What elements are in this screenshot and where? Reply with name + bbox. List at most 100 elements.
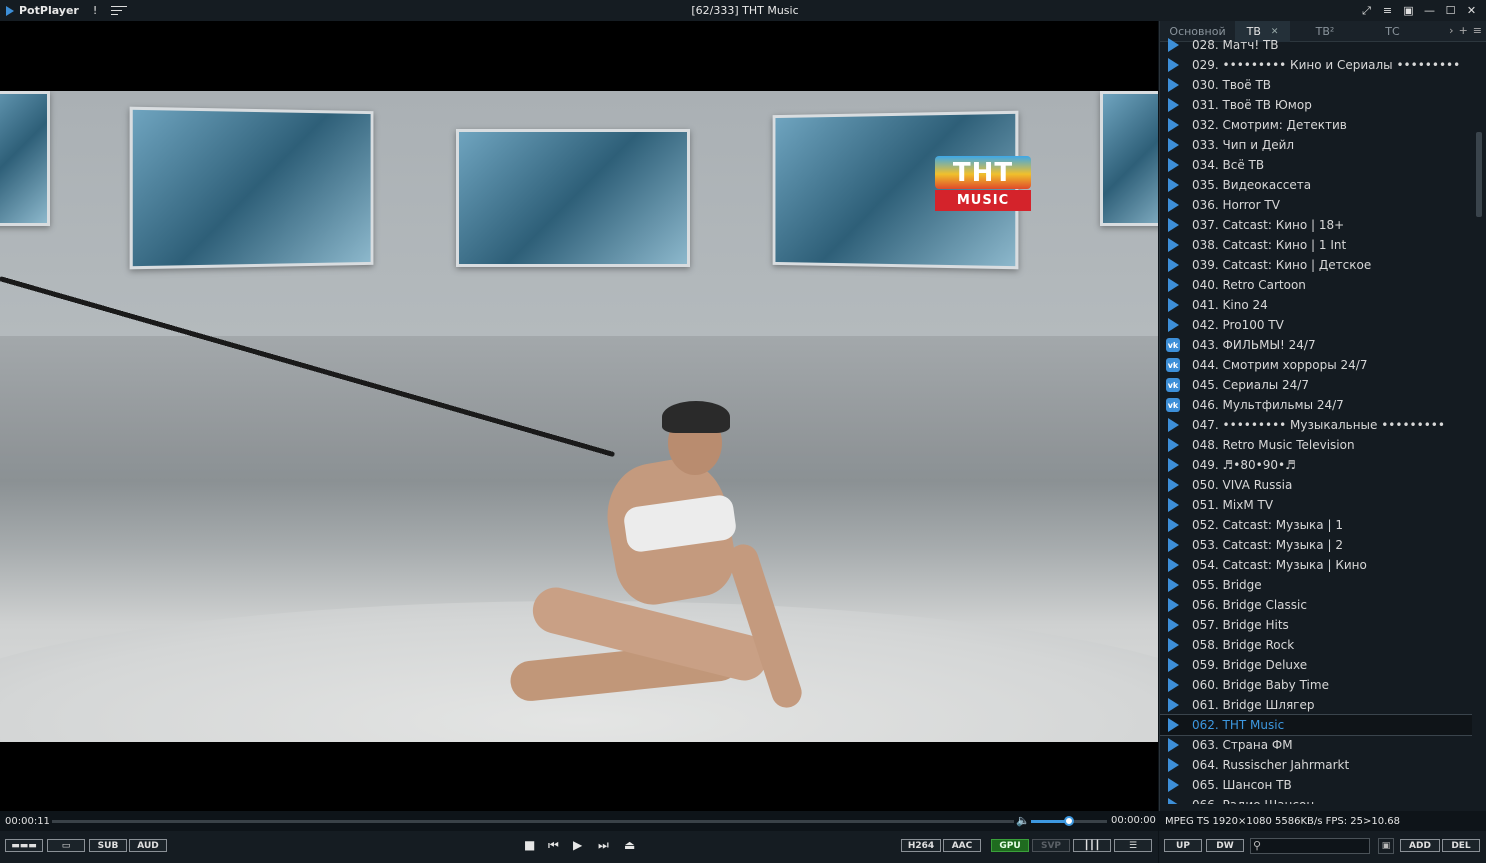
play-icon <box>1166 98 1180 112</box>
stop-icon[interactable]: ■ <box>524 838 535 852</box>
current-time: 00:00:11 <box>5 815 50 827</box>
playlist-item[interactable]: vk 045. Сериалы 24/7 <box>1160 375 1472 395</box>
playlist-item[interactable]: 036. Horror TV <box>1160 195 1472 215</box>
play-icon <box>1166 758 1180 772</box>
playlist-item[interactable]: 048. Retro Music Television <box>1160 435 1472 455</box>
delete-button[interactable]: DEL <box>1442 839 1480 852</box>
seek-bar[interactable] <box>52 820 1014 823</box>
menu-icon[interactable] <box>111 6 128 15</box>
playlist-item-label: 041. Kino 24 <box>1192 298 1268 312</box>
playlist-item[interactable]: 059. Bridge Deluxe <box>1160 655 1472 675</box>
playlist-item[interactable]: 049. ♬•80•90•♬ <box>1160 455 1472 475</box>
playlist-item-label: 029. ••••••••• Кино и Сериалы ••••••••• <box>1192 58 1461 72</box>
video-area[interactable]: ТНТ MUSIC <box>0 21 1158 811</box>
aac-button[interactable]: AAC <box>943 839 981 852</box>
playlist-item[interactable]: 033. Чип и Дейл <box>1160 135 1472 155</box>
playlist-item[interactable]: 055. Bridge <box>1160 575 1472 595</box>
gpu-button[interactable]: GPU <box>991 839 1029 852</box>
mini-mode-icon[interactable]: ▣ <box>1400 2 1417 19</box>
svp-button[interactable]: SVP <box>1032 839 1070 852</box>
playlist-item[interactable]: 028. Матч! ТВ <box>1160 35 1472 55</box>
playlist-item[interactable]: 035. Видеокассета <box>1160 175 1472 195</box>
previous-icon[interactable]: ⏮ <box>548 838 559 853</box>
app-logo[interactable]: PotPlayer <box>6 4 79 17</box>
playlist-item[interactable]: 057. Bridge Hits <box>1160 615 1472 635</box>
playlist-item[interactable]: 056. Bridge Classic <box>1160 595 1472 615</box>
play-icon <box>1166 618 1180 632</box>
add-button[interactable]: ADD <box>1400 839 1440 852</box>
playlist-item[interactable]: 051. MixM TV <box>1160 495 1472 515</box>
playlist-item[interactable]: 058. Bridge Rock <box>1160 635 1472 655</box>
window-controls: ⤢ ≡ ▣ — ☐ ✕ <box>1358 2 1480 19</box>
playlist-item[interactable]: 031. Твоё ТВ Юмор <box>1160 95 1472 115</box>
equalizer-button[interactable]: ┃┃┃ <box>1073 839 1111 852</box>
playlist-item-label: 054. Catcast: Музыка | Кино <box>1192 558 1367 572</box>
play-icon[interactable]: ▶ <box>573 838 582 852</box>
aspect-button[interactable]: ▬▬▬ <box>5 839 43 852</box>
playlist-item-label: 050. VIVA Russia <box>1192 478 1293 492</box>
playlist-item[interactable]: 061. Bridge Шлягер <box>1160 695 1472 715</box>
playlist-items[interactable]: 028. Матч! ТВ 029. ••••••••• Кино и Сериа… <box>1160 35 1472 804</box>
vk-icon: vk <box>1166 398 1180 412</box>
wall-screen <box>129 106 374 270</box>
playlist-item[interactable]: 047. ••••••••• Музыкальные ••••••••• <box>1160 415 1472 435</box>
playlist-item[interactable]: 040. Retro Cartoon <box>1160 275 1472 295</box>
playlist-item[interactable]: vk 043. ФИЛЬМЫ! 24/7 <box>1160 335 1472 355</box>
volume-slider[interactable] <box>1031 816 1107 826</box>
playlist-item[interactable]: 030. Твоё ТВ <box>1160 75 1472 95</box>
playlist-item[interactable]: 041. Kino 24 <box>1160 295 1472 315</box>
playlist-item[interactable]: vk 046. Мультфильмы 24/7 <box>1160 395 1472 415</box>
playlist-item-label: 031. Твоё ТВ Юмор <box>1192 98 1312 112</box>
playlist-item[interactable]: 050. VIVA Russia <box>1160 475 1472 495</box>
minimize-button[interactable]: — <box>1421 2 1438 19</box>
playlist-item-label: 047. ••••••••• Музыкальные ••••••••• <box>1192 418 1445 432</box>
playlist-item[interactable]: 037. Catcast: Кино | 18+ <box>1160 215 1472 235</box>
scrollbar-thumb[interactable] <box>1476 132 1482 217</box>
tab-menu-icon[interactable]: ≡ <box>1473 24 1482 37</box>
playlist-item[interactable]: 042. Pro100 TV <box>1160 315 1472 335</box>
move-up-button[interactable]: UP <box>1164 839 1202 852</box>
vk-icon: vk <box>1166 358 1180 372</box>
title-bar[interactable]: PotPlayer ! [62/333] ТНТ Music ⤢ ≡ ▣ — ☐… <box>0 0 1486 21</box>
performer <box>508 391 840 721</box>
maximize-button[interactable]: ☐ <box>1442 2 1459 19</box>
playlist-item-label: 058. Bridge Rock <box>1192 638 1295 652</box>
audio-button[interactable]: AUD <box>129 839 167 852</box>
pin-button[interactable]: ! <box>93 4 97 17</box>
playlist-item[interactable]: 065. Шансон ТВ <box>1160 775 1472 795</box>
eject-icon[interactable]: ⏏ <box>624 838 635 852</box>
fullscreen-icon[interactable]: ⤢ <box>1358 2 1375 19</box>
play-icon <box>1166 438 1180 452</box>
playlist-item[interactable]: 032. Смотрим: Детектив <box>1160 115 1472 135</box>
close-button[interactable]: ✕ <box>1463 2 1480 19</box>
search-icon: ⚲ <box>1253 839 1262 852</box>
subtitle-button[interactable]: SUB <box>89 839 127 852</box>
playlist-search-input[interactable] <box>1250 838 1370 854</box>
h264-button[interactable]: H264 <box>901 839 941 852</box>
playlist-item[interactable]: 039. Catcast: Кино | Детское <box>1160 255 1472 275</box>
next-icon[interactable]: ⏭ <box>598 838 609 853</box>
playlist-item[interactable]: 038. Catcast: Кино | 1 Int <box>1160 235 1472 255</box>
volume-icon[interactable]: 🔈 <box>1016 814 1030 827</box>
playlist-item[interactable]: 034. Всё ТВ <box>1160 155 1472 175</box>
playlist-item[interactable]: 064. Russischer Jahrmarkt <box>1160 755 1472 775</box>
playlist-item[interactable]: 066. Радио Шансон <box>1160 795 1472 804</box>
playlist-scrollbar[interactable] <box>1474 42 1484 811</box>
playlist-item[interactable]: 052. Catcast: Музыка | 1 <box>1160 515 1472 535</box>
playlist-item[interactable]: vk 044. Смотрим хорроры 24/7 <box>1160 355 1472 375</box>
play-icon <box>1166 638 1180 652</box>
move-down-button[interactable]: DW <box>1206 839 1244 852</box>
screen-button[interactable]: ▭ <box>47 839 85 852</box>
save-icon[interactable]: ▣ <box>1378 838 1394 854</box>
playlist-item[interactable]: 063. Страна ФМ <box>1160 735 1472 755</box>
playlist-item[interactable]: 060. Bridge Baby Time <box>1160 675 1472 695</box>
playlist-item-label: 059. Bridge Deluxe <box>1192 658 1308 672</box>
playlist-item[interactable]: 053. Catcast: Музыка | 2 <box>1160 535 1472 555</box>
playlist-toggle-button[interactable]: ☰ <box>1114 839 1152 852</box>
playlist-item[interactable]: 029. ••••••••• Кино и Сериалы ••••••••• <box>1160 55 1472 75</box>
skin-menu-icon[interactable]: ≡ <box>1379 2 1396 19</box>
playlist-item[interactable]: 062. ТНТ Music <box>1160 714 1472 736</box>
volume-knob[interactable] <box>1064 816 1074 826</box>
play-icon <box>1166 78 1180 92</box>
playlist-item[interactable]: 054. Catcast: Музыка | Кино <box>1160 555 1472 575</box>
